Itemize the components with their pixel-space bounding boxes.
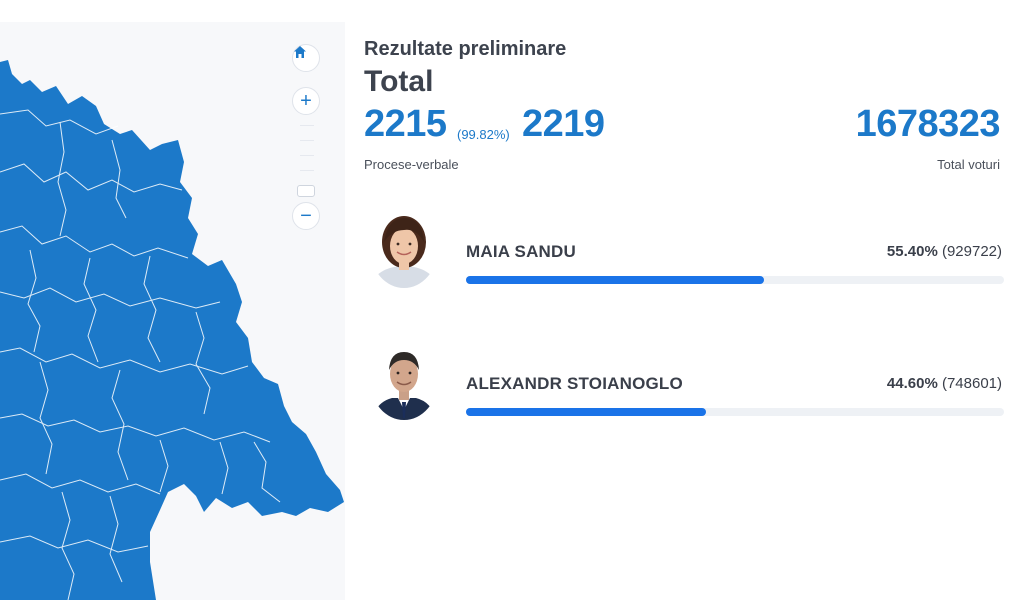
candidate-name: MAIA SANDU xyxy=(466,242,576,261)
processed-label: Procese-verbale xyxy=(364,157,459,172)
candidate-bar-fill xyxy=(466,276,765,284)
zoom-scale-tick xyxy=(300,155,314,156)
candidate-row[interactable]: MAIA SANDU 55.40% (929722) xyxy=(364,208,1006,298)
total-reports-count: 2219 xyxy=(522,103,605,145)
region-map[interactable] xyxy=(0,22,345,600)
home-icon xyxy=(294,46,306,58)
total-votes-label: Total voturi xyxy=(937,157,1000,172)
candidate-name: ALEXANDR STOIANOGLO xyxy=(466,374,683,393)
processed-reports-count: 2215 xyxy=(364,103,447,145)
candidate-percent: 55.40% xyxy=(886,243,938,260)
minus-icon: − xyxy=(300,205,312,227)
results-summary: Rezultate preliminare Total 2215 (99.82%… xyxy=(364,38,1006,177)
map-home-button[interactable] xyxy=(292,44,320,72)
counts-labels: Procese-verbale Total voturi xyxy=(364,157,1006,177)
candidate-bar-track xyxy=(466,408,1004,416)
zoom-scale-tick xyxy=(300,125,314,126)
plus-icon: + xyxy=(300,90,312,112)
processed-percent: (99.82%) xyxy=(457,127,510,142)
zoom-out-button[interactable]: − xyxy=(292,202,320,230)
candidate-bar-track xyxy=(466,276,1004,284)
candidate-photo xyxy=(370,340,438,420)
candidate-votes: (929722) xyxy=(941,243,1002,260)
candidate-row[interactable]: ALEXANDR STOIANOGLO 44.60% (748601) xyxy=(364,340,1006,430)
zoom-slider-handle[interactable] xyxy=(297,185,315,197)
candidate-photo xyxy=(370,208,438,288)
counts-row: 2215 (99.82%) 2219 1678323 xyxy=(364,103,1006,151)
candidate-bar-fill xyxy=(466,408,706,416)
total-votes-count: 1678323 xyxy=(855,103,1001,145)
results-title: Total xyxy=(364,65,434,98)
candidate-percent: 44.60% xyxy=(886,375,938,392)
map-panel[interactable]: + − xyxy=(0,22,345,600)
candidate-votes: (748601) xyxy=(941,375,1002,392)
country-shape[interactable] xyxy=(0,60,344,600)
zoom-scale-tick xyxy=(300,140,314,141)
zoom-scale-tick xyxy=(300,170,314,171)
candidate-result: 55.40% (929722) xyxy=(887,243,1002,260)
candidate-result: 44.60% (748601) xyxy=(887,375,1002,392)
results-subtitle: Rezultate preliminare xyxy=(364,38,567,60)
zoom-in-button[interactable]: + xyxy=(292,87,320,115)
